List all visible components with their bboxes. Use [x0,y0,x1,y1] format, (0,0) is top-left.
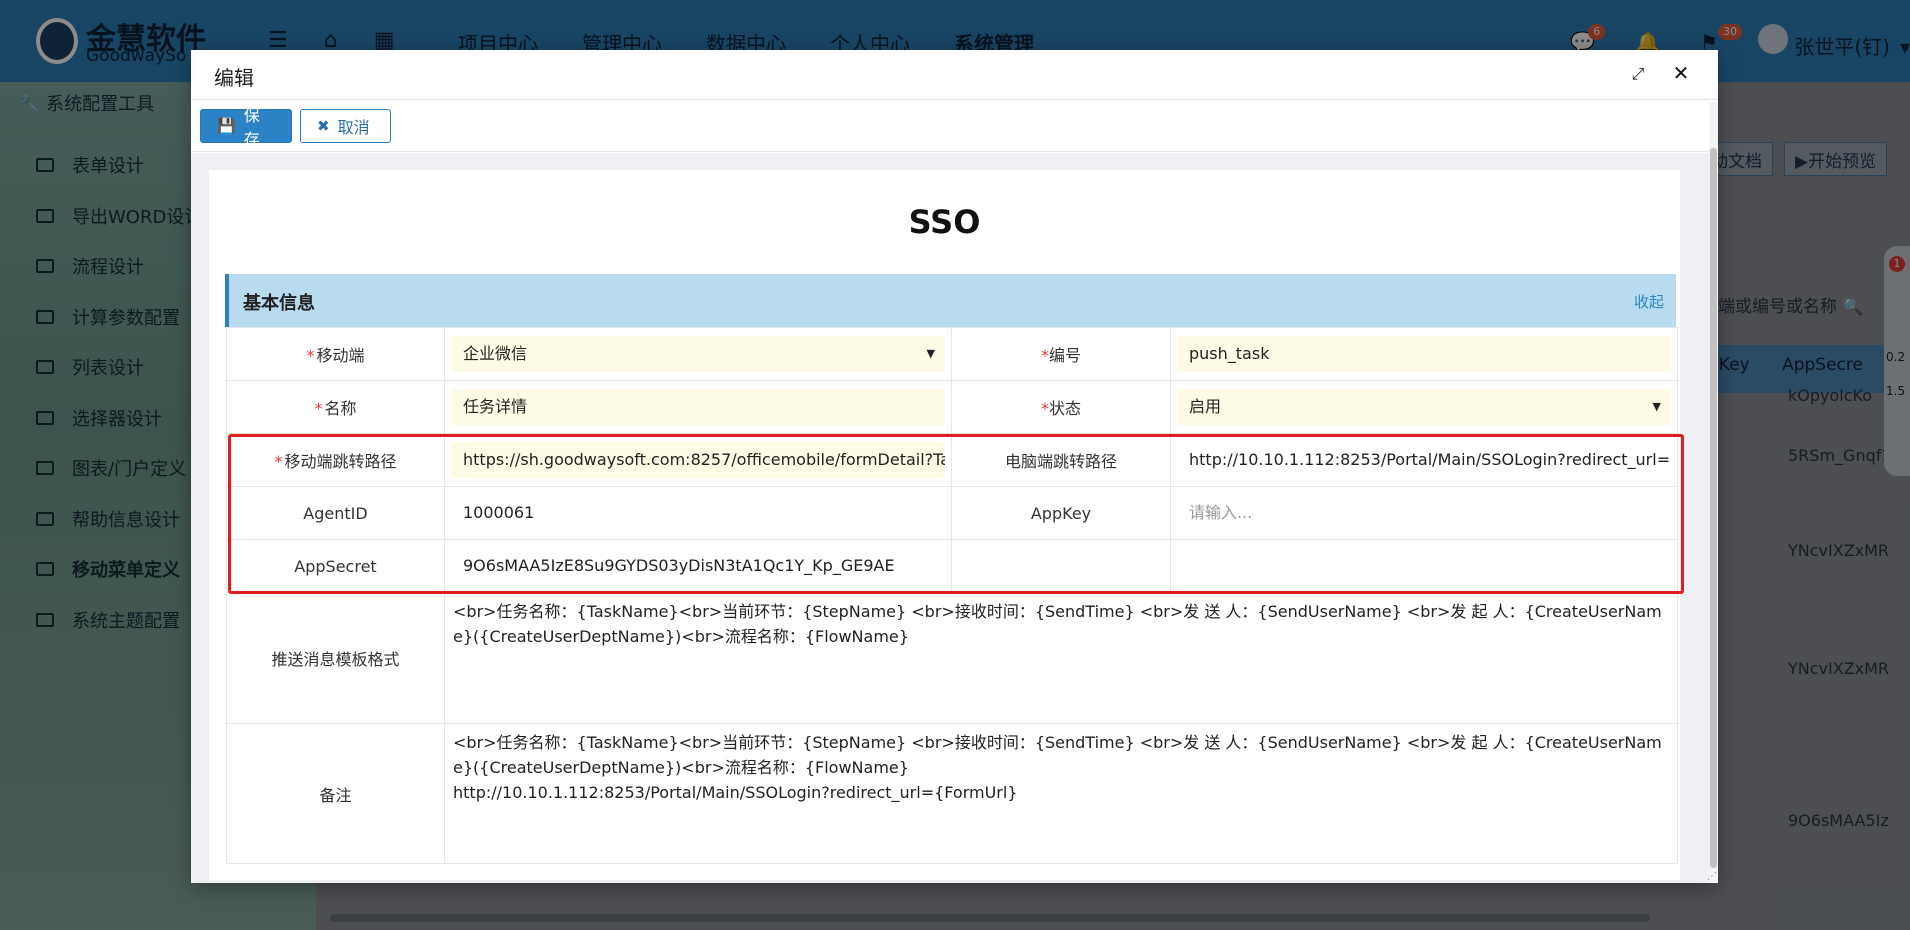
vertical-scrollbar[interactable] [1709,102,1718,882]
field-label: * 名称 [226,380,445,434]
dialog-title: 编辑 [214,66,254,90]
form-title: SSO [908,203,981,241]
field-label: *状态 [951,380,1171,434]
caret-down-icon: ▼ [926,347,935,360]
field-label: *编号 [951,327,1171,381]
close-icon[interactable]: ✕ [1670,62,1692,84]
appkey-input[interactable]: 请输入... [1177,495,1671,531]
mobile-url-input[interactable]: https://sh.goodwaysoft.com:8257/officemo… [451,442,945,478]
section-title: 基本信息 [243,293,315,314]
empty-cell [951,539,1171,593]
section-header: 基本信息 收起 [225,274,1676,327]
maximize-icon[interactable]: ⤢ [1628,64,1648,84]
status-select[interactable]: 启用 ▼ [1177,389,1671,425]
name-input[interactable]: 任务详情 [451,389,945,425]
mobile-select[interactable]: 企业微信 ▼ [451,336,945,372]
form-table: * 移动端 企业微信 ▼ *编号 push_task * 名称 任务详情 *状态 启用… [226,327,1678,864]
remark-line: http://10.10.1.112:8253/Portal/Main/SSOL… [453,783,1018,802]
resize-grip-icon[interactable]: ⋰ [1707,871,1717,882]
save-label: 保存 [243,106,260,149]
empty-cell [1170,539,1678,593]
form-sheet: SSO 基本信息 收起 * 移动端 企业微信 ▼ *编号 push_task * 名称… [209,170,1684,880]
remark-line: <br>任务名称：{TaskName}<br>当前环节：{StepName} <… [453,733,1662,777]
field-label: AppSecret [226,539,445,593]
scroll-thumb[interactable] [1710,148,1717,868]
code-input[interactable]: push_task [1177,336,1671,372]
dialog-body: SSO 基本信息 收起 * 移动端 企业微信 ▼ *编号 push_task * 名称… [191,153,1709,883]
appsecret-input[interactable]: 9O6sMAA5IzE8Su9GYDS03yDisN3tA1Qc1Y_Kp_GE… [451,548,945,584]
field-label: * 移动端跳转路径 [226,433,445,487]
agentid-input[interactable]: 1000061 [451,495,945,531]
field-label: AgentID [226,486,445,540]
remark-textarea[interactable]: <br>任务名称：{TaskName}<br>当前环节：{StepName} <… [444,723,1678,864]
collapse-link[interactable]: 收起 [1634,291,1664,312]
field-label: * 移动端 [226,327,445,381]
template-textarea[interactable]: <br>任务名称：{TaskName}<br>当前环节：{StepName} <… [444,592,1678,724]
cancel-label: 取消 [337,118,370,137]
save-button[interactable]: 💾 保存 [200,106,292,149]
save-icon: 💾 [217,117,236,135]
field-label: AppKey [951,486,1171,540]
field-label: 备注 [226,723,445,864]
edit-dialog: 编辑 ⤢ ✕ 💾 保存 ✖ 取消 SSO 基本信息 收起 * 移动端 企业微信 ▼ … [191,50,1718,883]
cancel-button[interactable]: ✖ 取消 [300,109,391,143]
dialog-header: 编辑 ⤢ ✕ [191,50,1718,100]
caret-down-icon: ▼ [1652,400,1661,413]
dialog-toolbar: 💾 保存 ✖ 取消 [191,100,1718,152]
cancel-icon: ✖ [317,117,330,135]
field-label: 电脑端跳转路径 [951,433,1171,487]
field-label: 推送消息模板格式 [226,592,445,724]
pc-url-input[interactable]: http://10.10.1.112:8253/Portal/Main/SSOL… [1177,442,1671,478]
